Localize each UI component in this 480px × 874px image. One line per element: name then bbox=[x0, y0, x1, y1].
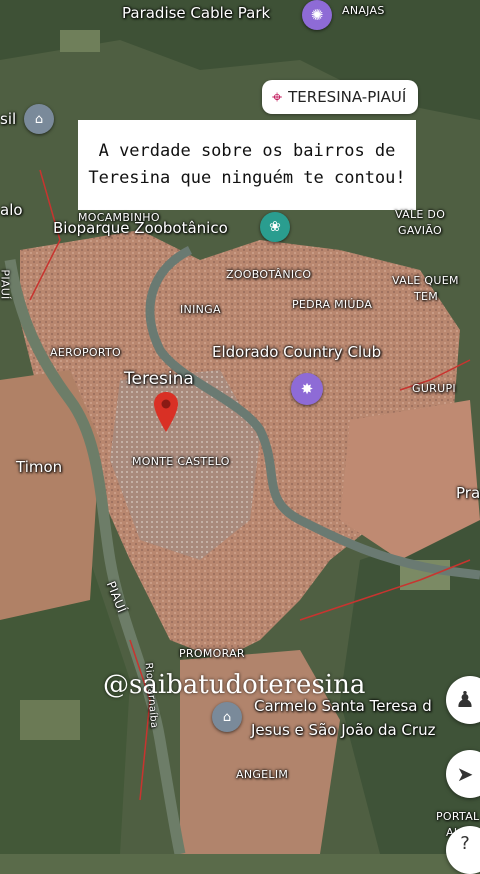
place-label-timon[interactable]: Timon bbox=[16, 458, 62, 476]
place-label-ininga[interactable]: ININGA bbox=[180, 303, 221, 316]
place-label-pedra-miuda[interactable]: PEDRA MIÚDA bbox=[292, 298, 372, 311]
compass-icon: ➤ bbox=[456, 762, 474, 786]
place-label-pra[interactable]: Pra bbox=[456, 484, 480, 502]
pegman-icon: ♟ bbox=[455, 687, 475, 713]
place-label-promorar[interactable]: PROMORAR bbox=[179, 647, 245, 660]
museum-marker-top[interactable]: ⌂ bbox=[24, 104, 54, 134]
place-label-gurupi[interactable]: GURUPI bbox=[412, 382, 456, 395]
place-label-zoobotanico[interactable]: ZOOBOTÂNICO bbox=[226, 268, 311, 281]
place-label-vale-quem-1[interactable]: VALE QUEM bbox=[392, 274, 459, 287]
help-button[interactable]: ? bbox=[446, 826, 480, 874]
place-label-teresina[interactable]: Teresina bbox=[124, 369, 194, 389]
zoo-marker[interactable]: ❀ bbox=[260, 212, 290, 242]
watermark-handle: @saibatudoteresina bbox=[103, 670, 366, 700]
location-pin-icon: ⌖ bbox=[272, 86, 283, 108]
paw-icon: ❀ bbox=[269, 219, 281, 235]
place-label-pi-vertical[interactable]: PIAUÍ bbox=[0, 269, 12, 299]
ferris-wheel-icon: ✺ bbox=[310, 6, 324, 24]
country-club-marker[interactable]: ✸ bbox=[291, 373, 323, 405]
caption-box: A verdade sobre os bairros de Teresina q… bbox=[78, 120, 416, 210]
place-label-angelim[interactable]: ANGELIM bbox=[236, 768, 288, 781]
location-chip-label: TERESINA-PIAUÍ bbox=[288, 88, 407, 106]
location-chip: ⌖ TERESINA-PIAUÍ bbox=[262, 80, 419, 114]
place-label-eldorado[interactable]: Eldorado Country Club bbox=[212, 343, 381, 361]
star-icon: ✸ bbox=[300, 380, 314, 398]
help-icon: ? bbox=[460, 832, 470, 854]
red-pin-icon bbox=[154, 392, 178, 432]
place-label-bioparque[interactable]: Bioparque Zoobotânico bbox=[53, 219, 228, 237]
place-label-anajas[interactable]: ANAJAS bbox=[342, 4, 385, 17]
place-label-vale-gaviao-2[interactable]: GAVIÃO bbox=[398, 224, 442, 237]
place-label-monte-castelo[interactable]: MONTE CASTELO bbox=[132, 455, 230, 468]
church-icon: ⌂ bbox=[222, 709, 232, 725]
city-location-marker[interactable] bbox=[154, 392, 178, 432]
place-label-portal-1[interactable]: PORTAL bbox=[436, 810, 479, 823]
place-label-carmelo-1[interactable]: Carmelo Santa Teresa d bbox=[254, 697, 432, 715]
place-label-aeroporto[interactable]: AEROPORTO bbox=[50, 346, 121, 359]
amusement-park-marker[interactable]: ✺ bbox=[302, 0, 332, 30]
place-label-vale-quem-2[interactable]: TEM bbox=[414, 290, 438, 303]
place-label-alo[interactable]: alo bbox=[0, 201, 23, 219]
church-marker[interactable]: ⌂ bbox=[212, 702, 242, 732]
place-label-carmelo-2[interactable]: Jesus e São João da Cruz bbox=[251, 721, 435, 739]
museum-icon: ⌂ bbox=[34, 111, 44, 127]
place-label-sil[interactable]: sil bbox=[0, 110, 16, 128]
caption-text: A verdade sobre os bairros de Teresina q… bbox=[88, 141, 406, 188]
place-label-vale-gaviao-1[interactable]: VALE DO bbox=[395, 208, 445, 221]
place-label-paradise-cable-park[interactable]: Paradise Cable Park bbox=[122, 4, 270, 22]
